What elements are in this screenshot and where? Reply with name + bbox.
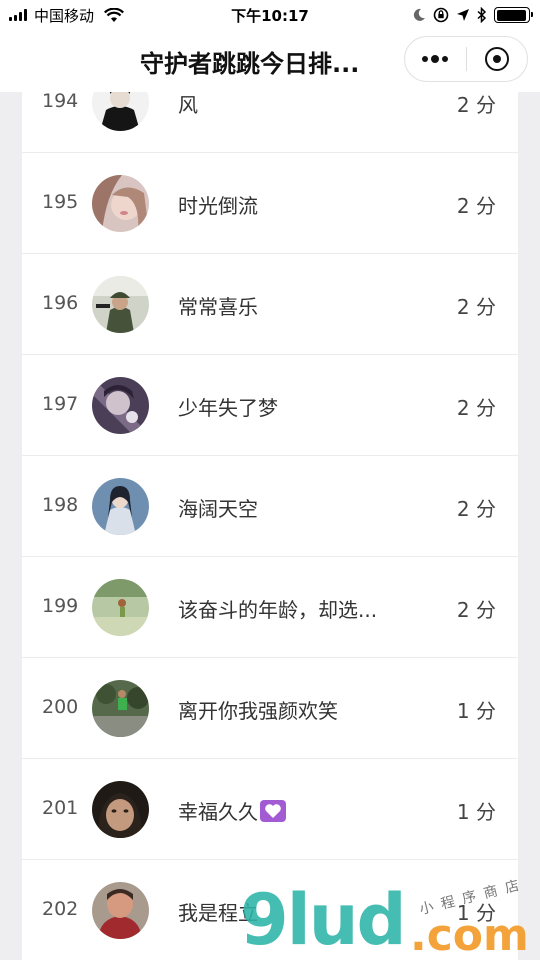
player-score: 2 分 — [456, 598, 496, 622]
player-name: 该奋斗的年龄，却选... — [178, 598, 378, 622]
carrier-label: 中国移动 — [34, 6, 95, 25]
rank-number: 195 — [42, 191, 79, 213]
rank-number: 196 — [42, 292, 79, 314]
rank-number: 198 — [42, 494, 79, 516]
avatar — [92, 92, 149, 131]
player-score: 2 分 — [456, 497, 496, 521]
list-item[interactable]: 194 风 2 分 — [22, 92, 518, 153]
player-score: 1 分 — [456, 800, 496, 824]
avatar — [92, 377, 149, 434]
list-item[interactable]: 196 常常喜乐 2 分 — [22, 254, 518, 355]
ranking-list: 194 风 2 分 195 时光倒流 2 分 196 常常喜乐 2 分 197 … — [22, 92, 518, 960]
purple-heart-icon — [260, 800, 286, 822]
list-item[interactable]: 198 海阔天空 2 分 — [22, 456, 518, 557]
player-score: 2 分 — [456, 93, 496, 117]
page-title: 守护者跳跳今日排... — [140, 50, 360, 78]
avatar — [92, 276, 149, 333]
player-name: 幸福久久 — [178, 796, 408, 825]
battery-icon — [494, 7, 533, 23]
watermark: 9lud .com 小程序商店 — [240, 876, 540, 960]
more-dots-icon — [422, 55, 449, 63]
status-left: 中国移动 — [0, 5, 124, 26]
list-item[interactable]: 195 时光倒流 2 分 — [22, 153, 518, 254]
moon-icon — [413, 8, 425, 21]
player-score: 2 分 — [456, 295, 496, 319]
rank-number: 197 — [42, 393, 79, 415]
rank-number: 200 — [42, 696, 79, 718]
player-name: 离开你我强颜欢笑 — [178, 699, 338, 723]
rank-number: 201 — [42, 797, 79, 819]
avatar — [92, 478, 149, 535]
more-button[interactable] — [405, 37, 466, 81]
player-score: 2 分 — [456, 194, 496, 218]
close-button[interactable] — [467, 37, 528, 81]
rotation-lock-icon — [433, 7, 449, 23]
list-item[interactable]: 197 少年失了梦 2 分 — [22, 355, 518, 456]
rank-number: 202 — [42, 898, 79, 920]
rank-number: 194 — [42, 92, 79, 112]
status-right — [412, 0, 533, 30]
player-name: 少年失了梦 — [178, 396, 278, 420]
nav-bar: 守护者跳跳今日排... — [0, 30, 540, 92]
avatar — [92, 781, 149, 838]
avatar — [92, 680, 149, 737]
bluetooth-icon — [477, 7, 487, 23]
list-item[interactable]: 201 幸福久久 1 分 — [22, 759, 518, 860]
location-icon — [457, 9, 469, 21]
watermark-logo: 9lud — [240, 879, 407, 960]
mini-program-capsule — [404, 36, 528, 82]
status-bar: 中国移动 下午10:17 — [0, 0, 540, 30]
battery-fill — [496, 9, 526, 21]
rank-number: 199 — [42, 595, 79, 617]
wifi-icon — [104, 7, 124, 22]
signal-icon — [9, 9, 27, 21]
avatar — [92, 175, 149, 232]
player-name-text: 幸福久久 — [178, 800, 258, 824]
avatar — [92, 579, 149, 636]
player-score: 2 分 — [456, 396, 496, 420]
list-item[interactable]: 199 该奋斗的年龄，却选... 2 分 — [22, 557, 518, 658]
player-score: 1 分 — [456, 699, 496, 723]
player-name: 常常喜乐 — [178, 295, 258, 319]
player-name: 风 — [178, 93, 198, 117]
player-name: 时光倒流 — [178, 194, 258, 218]
avatar — [92, 882, 149, 939]
list-item[interactable]: 200 离开你我强颜欢笑 1 分 — [22, 658, 518, 759]
player-name: 海阔天空 — [178, 497, 258, 521]
target-close-icon — [484, 47, 509, 71]
